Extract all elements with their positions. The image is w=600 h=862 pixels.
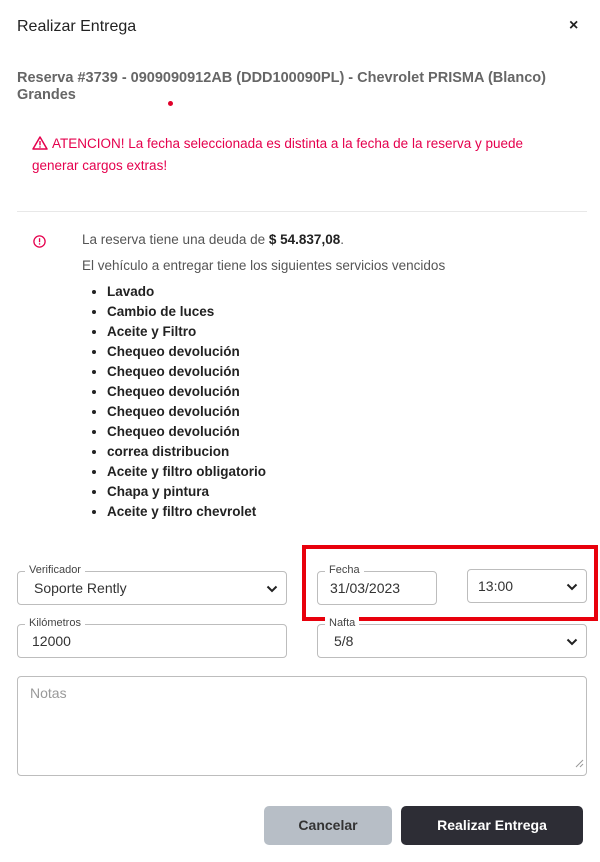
list-item: Chapa y pintura [107, 482, 266, 502]
list-item: Cambio de luces [107, 302, 266, 322]
list-item: Chequeo devolución [107, 342, 266, 362]
list-item: Chequeo devolución [107, 382, 266, 402]
red-dot [168, 101, 173, 106]
close-icon[interactable]: × [569, 17, 578, 35]
kilometros-label: Kilómetros [25, 617, 85, 630]
nafta-value: 5/8 [334, 633, 354, 649]
notas-textarea[interactable]: Notas [17, 676, 587, 776]
list-item: Lavado [107, 282, 266, 302]
nafta-label: Nafta [325, 617, 360, 630]
list-item: Chequeo devolución [107, 422, 266, 442]
verificador-value: Soporte Rently [34, 580, 127, 596]
chevron-down-icon [566, 633, 578, 649]
reservation-summary: Reserva #3739 - 0909090912AB (DDD100090P… [17, 70, 546, 103]
list-item: correa distribucion [107, 442, 266, 462]
debt-prefix: La reserva tiene una deuda de [82, 232, 269, 247]
notas-placeholder: Notas [30, 685, 67, 701]
debt-amount: $ 54.837,08 [268, 232, 341, 247]
list-item: Aceite y Filtro [107, 322, 266, 342]
list-item: Aceite y filtro obligatorio [107, 462, 266, 482]
debt-suffix: . [340, 232, 344, 247]
services-list: Lavado Cambio de luces Aceite y Filtro C… [82, 282, 266, 522]
list-item: Aceite y filtro chevrolet [107, 502, 266, 522]
highlight-box [302, 545, 598, 621]
modal-title: Realizar Entrega [17, 18, 137, 35]
list-item: Chequeo devolución [107, 362, 266, 382]
kilometros-value: 12000 [32, 633, 71, 649]
submit-delivery-button[interactable]: Realizar Entrega [401, 806, 583, 845]
divider [17, 211, 587, 212]
warning-text: ATENCION! La fecha seleccionada es disti… [32, 136, 524, 173]
debt-text: La reserva tiene una deuda de $ 54.837,0… [82, 232, 344, 247]
list-item: Chequeo devolución [107, 402, 266, 422]
services-title: El vehículo a entregar tiene los siguien… [82, 258, 446, 273]
verificador-label: Verificador [25, 564, 85, 577]
resize-handle-icon[interactable] [574, 755, 584, 773]
info-circle-icon [33, 235, 46, 253]
deliver-modal: Realizar Entrega × Reserva #3739 - 09090… [0, 0, 600, 862]
cancel-button[interactable]: Cancelar [264, 806, 392, 845]
warning-triangle-icon [32, 136, 48, 156]
date-warning: ATENCION! La fecha seleccionada es disti… [32, 134, 552, 176]
chevron-down-icon [266, 580, 278, 596]
